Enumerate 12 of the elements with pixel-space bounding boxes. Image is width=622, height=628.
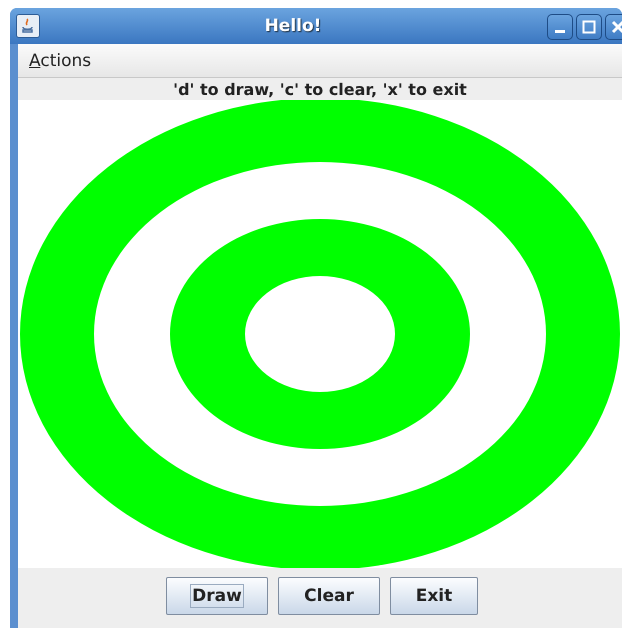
close-icon [611,20,622,34]
menu-item[interactable]: Actions [29,50,92,70]
action-button[interactable]: Draw [166,577,268,615]
java-cup-icon[interactable] [16,14,40,38]
action-button[interactable]: Clear [278,577,380,615]
minimize-button[interactable] [547,14,573,40]
action-button[interactable]: Exit [390,577,478,615]
maximize-icon [582,20,596,34]
maximize-button[interactable] [576,14,602,40]
instruction-label: 'd' to draw, 'c' to clear, 'x' to exit [173,80,467,98]
minimize-icon [555,30,565,32]
window-title: Hello! [264,16,322,36]
